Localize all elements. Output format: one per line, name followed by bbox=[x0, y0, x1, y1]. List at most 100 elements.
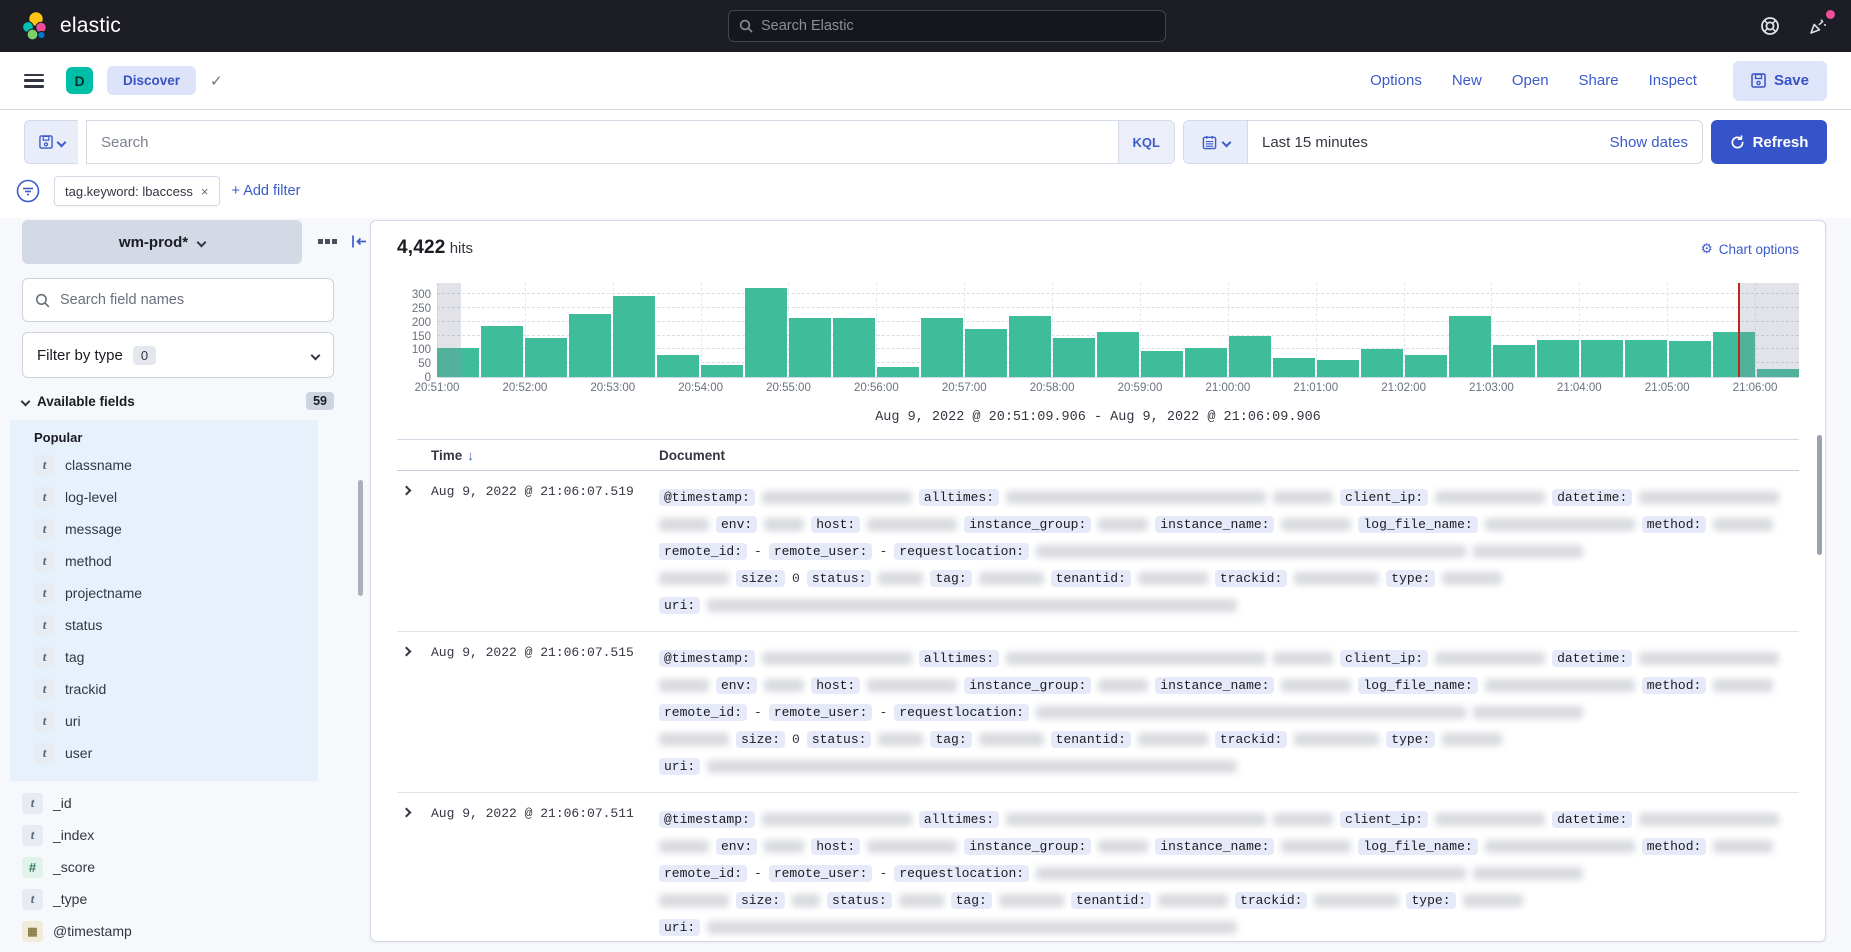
save-button[interactable]: Save bbox=[1733, 61, 1827, 101]
field-item-uri[interactable]: turi bbox=[34, 705, 318, 737]
bar-20:57:00[interactable] bbox=[965, 329, 1007, 377]
space-avatar[interactable]: D bbox=[66, 67, 93, 94]
field-name: method bbox=[65, 553, 112, 569]
redacted-value bbox=[1294, 733, 1379, 746]
bar-20:56:30[interactable] bbox=[921, 318, 963, 377]
breadcrumb[interactable]: Discover bbox=[107, 66, 196, 95]
bar-20:59:00[interactable] bbox=[1141, 351, 1183, 377]
bar-20:52:00[interactable] bbox=[525, 338, 567, 377]
bar-21:04:00[interactable] bbox=[1581, 340, 1623, 377]
filter-pill[interactable]: tag.keyword: lbaccess × bbox=[54, 176, 220, 206]
collapse-sidebar-icon[interactable] bbox=[351, 234, 368, 249]
sort-desc-icon[interactable]: ↓ bbox=[467, 448, 474, 463]
bar-20:59:30[interactable] bbox=[1185, 348, 1227, 377]
menu-icon[interactable] bbox=[24, 74, 44, 88]
index-pattern-switcher[interactable]: wm-prod* bbox=[22, 220, 302, 264]
kql-language-button[interactable]: KQL bbox=[1118, 121, 1174, 163]
field-name: _index bbox=[53, 827, 94, 843]
field-search-input[interactable]: Search field names bbox=[22, 278, 334, 322]
field-item-@timestamp[interactable]: ▦@timestamp bbox=[22, 915, 366, 947]
field-name: user bbox=[65, 745, 92, 761]
refresh-button[interactable]: Refresh bbox=[1711, 120, 1827, 164]
expand-row-icon[interactable] bbox=[397, 484, 431, 619]
field-item-tag[interactable]: ttag bbox=[34, 641, 318, 673]
bar-21:05:00[interactable] bbox=[1669, 341, 1711, 377]
remove-filter-icon[interactable]: × bbox=[201, 184, 209, 199]
bar-21:03:00[interactable] bbox=[1493, 345, 1535, 377]
bar-20:58:00[interactable] bbox=[1053, 338, 1095, 377]
bar-20:53:30[interactable] bbox=[657, 355, 699, 377]
available-fields-header[interactable]: Available fields 59 bbox=[22, 392, 334, 410]
sidebar-scrollbar[interactable] bbox=[358, 480, 363, 596]
field-item-accountid[interactable]: taccountid bbox=[22, 947, 366, 952]
bar-20:54:00[interactable] bbox=[701, 365, 743, 377]
bar-20:56:00[interactable] bbox=[877, 367, 919, 377]
expand-row-icon[interactable] bbox=[397, 645, 431, 780]
nav-link-open[interactable]: Open bbox=[1512, 72, 1549, 89]
time-column-header[interactable]: Time ↓ bbox=[397, 448, 659, 463]
field-item-_score[interactable]: #_score bbox=[22, 851, 366, 883]
bar-20:51:30[interactable] bbox=[481, 326, 523, 377]
field-item-log-level[interactable]: tlog-level bbox=[34, 481, 318, 513]
query-input[interactable]: Search KQL bbox=[86, 120, 1175, 164]
row-document[interactable]: @timestamp:alltimes:client_ip:datetime:e… bbox=[659, 806, 1799, 941]
field-item-_index[interactable]: t_index bbox=[22, 819, 366, 851]
doc-field-status: status: bbox=[827, 892, 892, 909]
refresh-label: Refresh bbox=[1753, 134, 1809, 151]
search-icon bbox=[35, 293, 50, 308]
bar-21:01:00[interactable] bbox=[1317, 360, 1359, 377]
bar-21:00:00[interactable] bbox=[1229, 336, 1271, 377]
show-dates-button[interactable]: Show dates bbox=[1610, 134, 1702, 151]
field-item-trackid[interactable]: ttrackid bbox=[34, 673, 318, 705]
filter-by-type-label: Filter by type bbox=[37, 347, 123, 364]
field-item-method[interactable]: tmethod bbox=[34, 545, 318, 577]
bar-21:01:30[interactable] bbox=[1361, 349, 1403, 377]
bar-20:52:30[interactable] bbox=[569, 314, 611, 377]
field-item-user[interactable]: tuser bbox=[34, 737, 318, 769]
nav-link-options[interactable]: Options bbox=[1370, 72, 1422, 89]
nav-link-new[interactable]: New bbox=[1452, 72, 1482, 89]
row-document[interactable]: @timestamp:alltimes:client_ip:datetime:e… bbox=[659, 484, 1799, 619]
global-search-input[interactable]: Search Elastic bbox=[728, 10, 1166, 42]
bar-20:58:30[interactable] bbox=[1097, 332, 1139, 377]
field-item-_id[interactable]: t_id bbox=[22, 787, 366, 819]
save-icon bbox=[1751, 73, 1766, 88]
field-item-message[interactable]: tmessage bbox=[34, 513, 318, 545]
field-item-status[interactable]: tstatus bbox=[34, 609, 318, 641]
date-quick-menu-button[interactable] bbox=[1184, 121, 1248, 163]
filter-by-type-button[interactable]: Filter by type 0 bbox=[22, 332, 334, 378]
filter-menu-icon[interactable] bbox=[14, 177, 42, 205]
add-filter-button[interactable]: + Add filter bbox=[232, 183, 301, 199]
x-tick-label: 21:00:00 bbox=[1205, 382, 1250, 394]
help-icon[interactable] bbox=[1757, 13, 1783, 39]
field-actions-icon[interactable] bbox=[318, 239, 337, 244]
doc-field-trackid: trackid: bbox=[1215, 731, 1287, 748]
bar-20:54:30[interactable] bbox=[745, 288, 787, 377]
time-range-value[interactable]: Last 15 minutes bbox=[1248, 134, 1610, 151]
nav-link-inspect[interactable]: Inspect bbox=[1649, 72, 1697, 89]
nav-link-share[interactable]: Share bbox=[1579, 72, 1619, 89]
notification-dot bbox=[1826, 10, 1835, 19]
elastic-logo[interactable]: elastic bbox=[20, 10, 121, 42]
field-item-projectname[interactable]: tprojectname bbox=[34, 577, 318, 609]
bar-20:55:00[interactable] bbox=[789, 318, 831, 377]
chart-plot[interactable] bbox=[437, 283, 1799, 378]
results-scrollbar[interactable] bbox=[1817, 435, 1822, 555]
saved-query-menu-button[interactable] bbox=[24, 120, 78, 164]
doc-value: - bbox=[754, 544, 762, 559]
bar-21:02:00[interactable] bbox=[1405, 355, 1447, 377]
bar-20:55:30[interactable] bbox=[833, 318, 875, 377]
row-document[interactable]: @timestamp:alltimes:client_ip:datetime:e… bbox=[659, 645, 1799, 780]
newsfeed-icon[interactable] bbox=[1805, 13, 1831, 39]
bar-21:03:30[interactable] bbox=[1537, 340, 1579, 377]
doc-field-instance_name: instance_name: bbox=[1155, 516, 1274, 533]
bar-20:53:00[interactable] bbox=[613, 296, 655, 377]
field-item-classname[interactable]: tclassname bbox=[34, 449, 318, 481]
bar-21:00:30[interactable] bbox=[1273, 358, 1315, 377]
bar-21:04:30[interactable] bbox=[1625, 340, 1667, 377]
bar-21:02:30[interactable] bbox=[1449, 316, 1491, 377]
bar-20:57:30[interactable] bbox=[1009, 316, 1051, 377]
chart-options-button[interactable]: ⚙ Chart options bbox=[1701, 241, 1799, 257]
field-item-_type[interactable]: t_type bbox=[22, 883, 366, 915]
expand-row-icon[interactable] bbox=[397, 806, 431, 941]
